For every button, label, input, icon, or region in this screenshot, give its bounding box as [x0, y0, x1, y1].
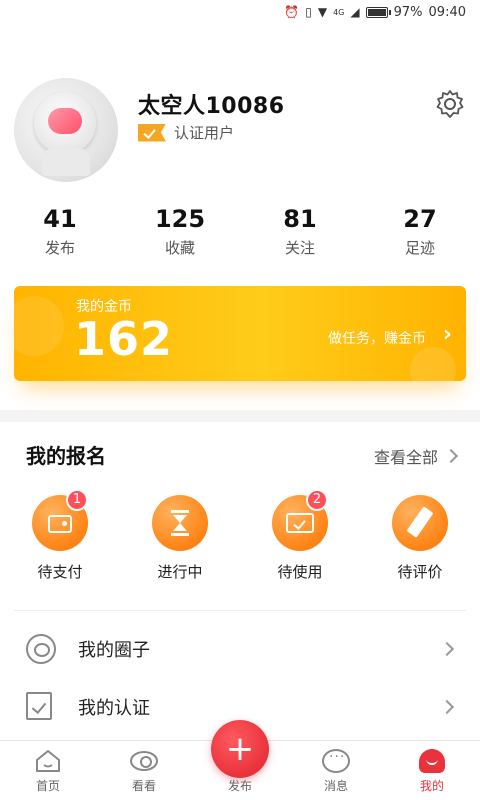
certificate-icon — [26, 692, 56, 722]
stat-publish[interactable]: 41 发布 — [0, 205, 120, 258]
coin-decoration — [410, 347, 456, 381]
chat-icon — [322, 749, 350, 773]
stat-value: 27 — [403, 205, 437, 233]
4g-icon: 4G — [333, 7, 345, 17]
coin-value: 162 — [74, 312, 174, 366]
view-all-label: 查看全部 — [373, 448, 438, 467]
stat-label: 足迹 — [404, 239, 435, 257]
tab-home[interactable]: 首页 — [0, 741, 96, 800]
avatar[interactable] — [14, 78, 118, 182]
status-to-review[interactable]: 待评价 — [360, 495, 480, 582]
tab-label: 我的 — [419, 779, 444, 793]
alarm-icon: ⏰ — [284, 5, 300, 19]
circle-icon — [26, 634, 56, 664]
profile-header: 太空人10086 认证用户 — [14, 70, 466, 182]
verified-badge: 认证用户 — [138, 122, 234, 143]
verified-label: 认证用户 — [174, 124, 235, 142]
tab-label: 看看 — [131, 779, 156, 793]
chevron-right-icon — [439, 699, 455, 715]
section-divider — [0, 410, 480, 422]
chevron-right-icon — [443, 448, 459, 464]
tab-me[interactable]: 我的 — [384, 741, 480, 800]
chevron-right-icon — [439, 641, 455, 657]
plus-icon: + — [225, 729, 255, 769]
earn-coins-link[interactable]: 做任务，赚金币 — [328, 328, 426, 348]
hourglass-icon — [152, 495, 208, 551]
gear-icon[interactable] — [434, 88, 466, 120]
verified-check-icon — [138, 123, 166, 142]
stat-label: 收藏 — [164, 239, 195, 257]
stat-favorites[interactable]: 125 收藏 — [120, 205, 240, 258]
status-to-use[interactable]: 2 待使用 — [240, 489, 360, 582]
stat-footprints[interactable]: 27 足迹 — [360, 205, 480, 258]
stats-row: 41 发布 125 收藏 81 关注 27 足迹 — [0, 205, 480, 258]
tab-messages[interactable]: 消息 — [288, 741, 384, 800]
tab-label: 发布 — [227, 779, 252, 793]
status-label: 待评价 — [397, 563, 443, 581]
signup-status-row: 1 待支付 进行中 2 待使用 待评价 — [0, 489, 480, 582]
eye-icon — [130, 749, 158, 773]
battery-percent: 97% — [393, 4, 423, 20]
view-all-link[interactable]: 查看全部 — [373, 444, 459, 468]
list-item-label: 我的认证 — [78, 698, 150, 719]
astronaut-visor-icon — [48, 108, 82, 134]
count-badge: 1 — [66, 489, 88, 511]
stat-value: 81 — [283, 205, 317, 233]
status-pending-payment[interactable]: 1 待支付 — [0, 489, 120, 582]
user-icon — [418, 749, 446, 773]
stat-following[interactable]: 81 关注 — [240, 205, 360, 258]
status-label: 待支付 — [37, 563, 83, 581]
username: 太空人10086 — [138, 94, 285, 119]
stat-label: 关注 — [284, 239, 315, 257]
tab-label: 消息 — [323, 779, 348, 793]
chevron-right-icon[interactable]: › — [443, 322, 452, 347]
tab-watch[interactable]: 看看 — [96, 741, 192, 800]
clock: 09:40 — [428, 4, 466, 20]
list-item-label: 我的圈子 — [78, 640, 150, 661]
vibrate-icon: ▯ — [305, 5, 312, 19]
list-item-my-circle[interactable]: 我的圈子 — [0, 620, 480, 678]
pen-icon — [392, 495, 448, 551]
status-bar: ⏰ ▯ ▼ 4G ◢ 97% 09:40 — [0, 0, 480, 24]
battery-icon — [365, 6, 391, 18]
stat-value: 41 — [43, 205, 77, 233]
signal-icon: ◢ — [350, 5, 360, 19]
astronaut-body-icon — [42, 148, 90, 176]
signup-title: 我的报名 — [26, 444, 106, 468]
coin-card[interactable]: 我的金币 162 做任务，赚金币 › — [14, 286, 466, 381]
home-icon — [34, 749, 62, 773]
count-badge: 2 — [306, 489, 328, 511]
status-label: 进行中 — [157, 563, 203, 581]
status-in-progress[interactable]: 进行中 — [120, 495, 240, 582]
publish-button[interactable]: + — [211, 720, 269, 778]
stat-value: 125 — [154, 205, 206, 233]
wifi-icon: ▼ — [317, 5, 328, 19]
stat-label: 发布 — [44, 239, 75, 257]
coin-decoration — [14, 296, 64, 356]
status-label: 待使用 — [277, 563, 323, 581]
tab-label: 首页 — [35, 779, 60, 793]
divider — [14, 610, 466, 611]
